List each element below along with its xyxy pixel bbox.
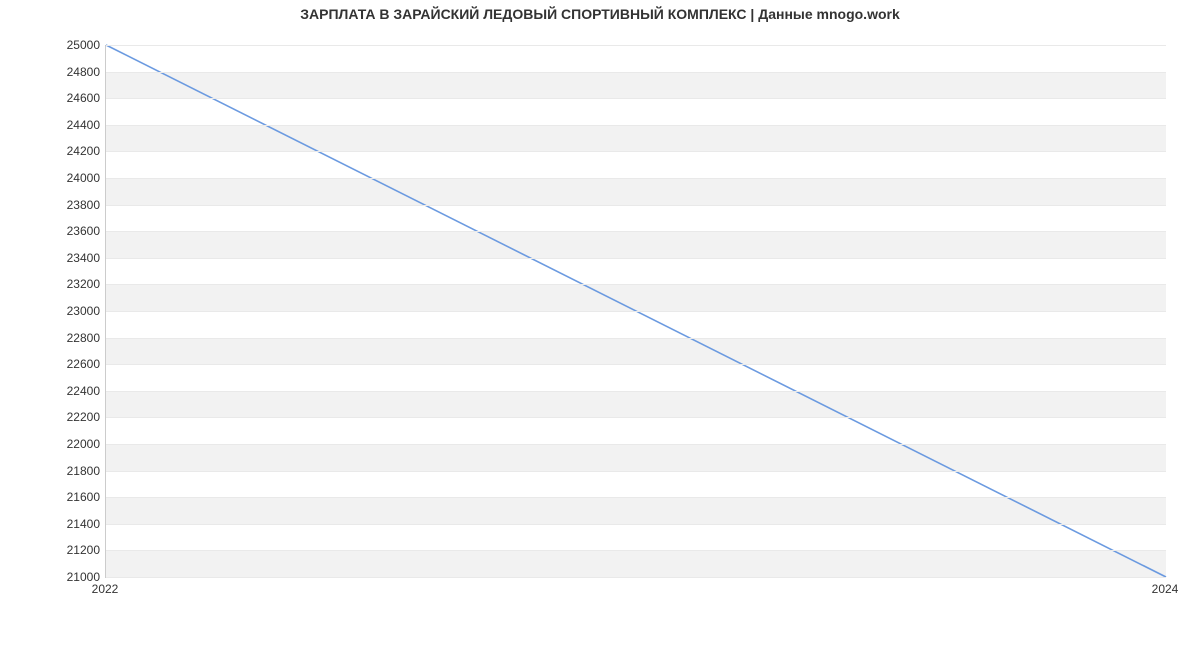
y-grid-line [106,471,1166,472]
y-tick-label: 23200 [10,277,100,291]
y-grid-line [106,577,1166,578]
y-grid-line [106,497,1166,498]
y-grid-line [106,125,1166,126]
y-tick-label: 21600 [10,490,100,504]
y-tick-label: 24600 [10,91,100,105]
y-grid-line [106,524,1166,525]
y-tick-label: 23600 [10,224,100,238]
y-grid-line [106,417,1166,418]
y-tick-label: 22800 [10,331,100,345]
plot-area [105,45,1166,578]
y-tick-label: 24000 [10,171,100,185]
y-tick-label: 22000 [10,437,100,451]
y-grid-line [106,72,1166,73]
y-tick-label: 23400 [10,251,100,265]
y-tick-label: 25000 [10,38,100,52]
y-grid-line [106,45,1166,46]
y-grid-line [106,444,1166,445]
y-tick-label: 24800 [10,65,100,79]
y-tick-label: 21200 [10,543,100,557]
y-tick-label: 22600 [10,357,100,371]
y-grid-line [106,151,1166,152]
y-grid-line [106,391,1166,392]
y-grid-line [106,178,1166,179]
chart-title: ЗАРПЛАТА В ЗАРАЙСКИЙ ЛЕДОВЫЙ СПОРТИВНЫЙ … [0,6,1200,22]
chart-container: ЗАРПЛАТА В ЗАРАЙСКИЙ ЛЕДОВЫЙ СПОРТИВНЫЙ … [0,0,1200,650]
y-tick-label: 23800 [10,198,100,212]
y-tick-label: 23000 [10,304,100,318]
y-grid-line [106,311,1166,312]
y-tick-label: 21800 [10,464,100,478]
y-grid-line [106,231,1166,232]
y-grid-line [106,205,1166,206]
x-tick-label: 2022 [92,582,119,596]
y-tick-label: 21400 [10,517,100,531]
y-grid-line [106,338,1166,339]
y-grid-line [106,258,1166,259]
y-grid-line [106,550,1166,551]
y-tick-label: 24400 [10,118,100,132]
y-grid-line [106,98,1166,99]
y-grid-line [106,284,1166,285]
y-tick-label: 22400 [10,384,100,398]
y-tick-label: 21000 [10,570,100,584]
y-tick-label: 24200 [10,144,100,158]
y-tick-label: 22200 [10,410,100,424]
x-tick-label: 2024 [1152,582,1179,596]
y-grid-line [106,364,1166,365]
